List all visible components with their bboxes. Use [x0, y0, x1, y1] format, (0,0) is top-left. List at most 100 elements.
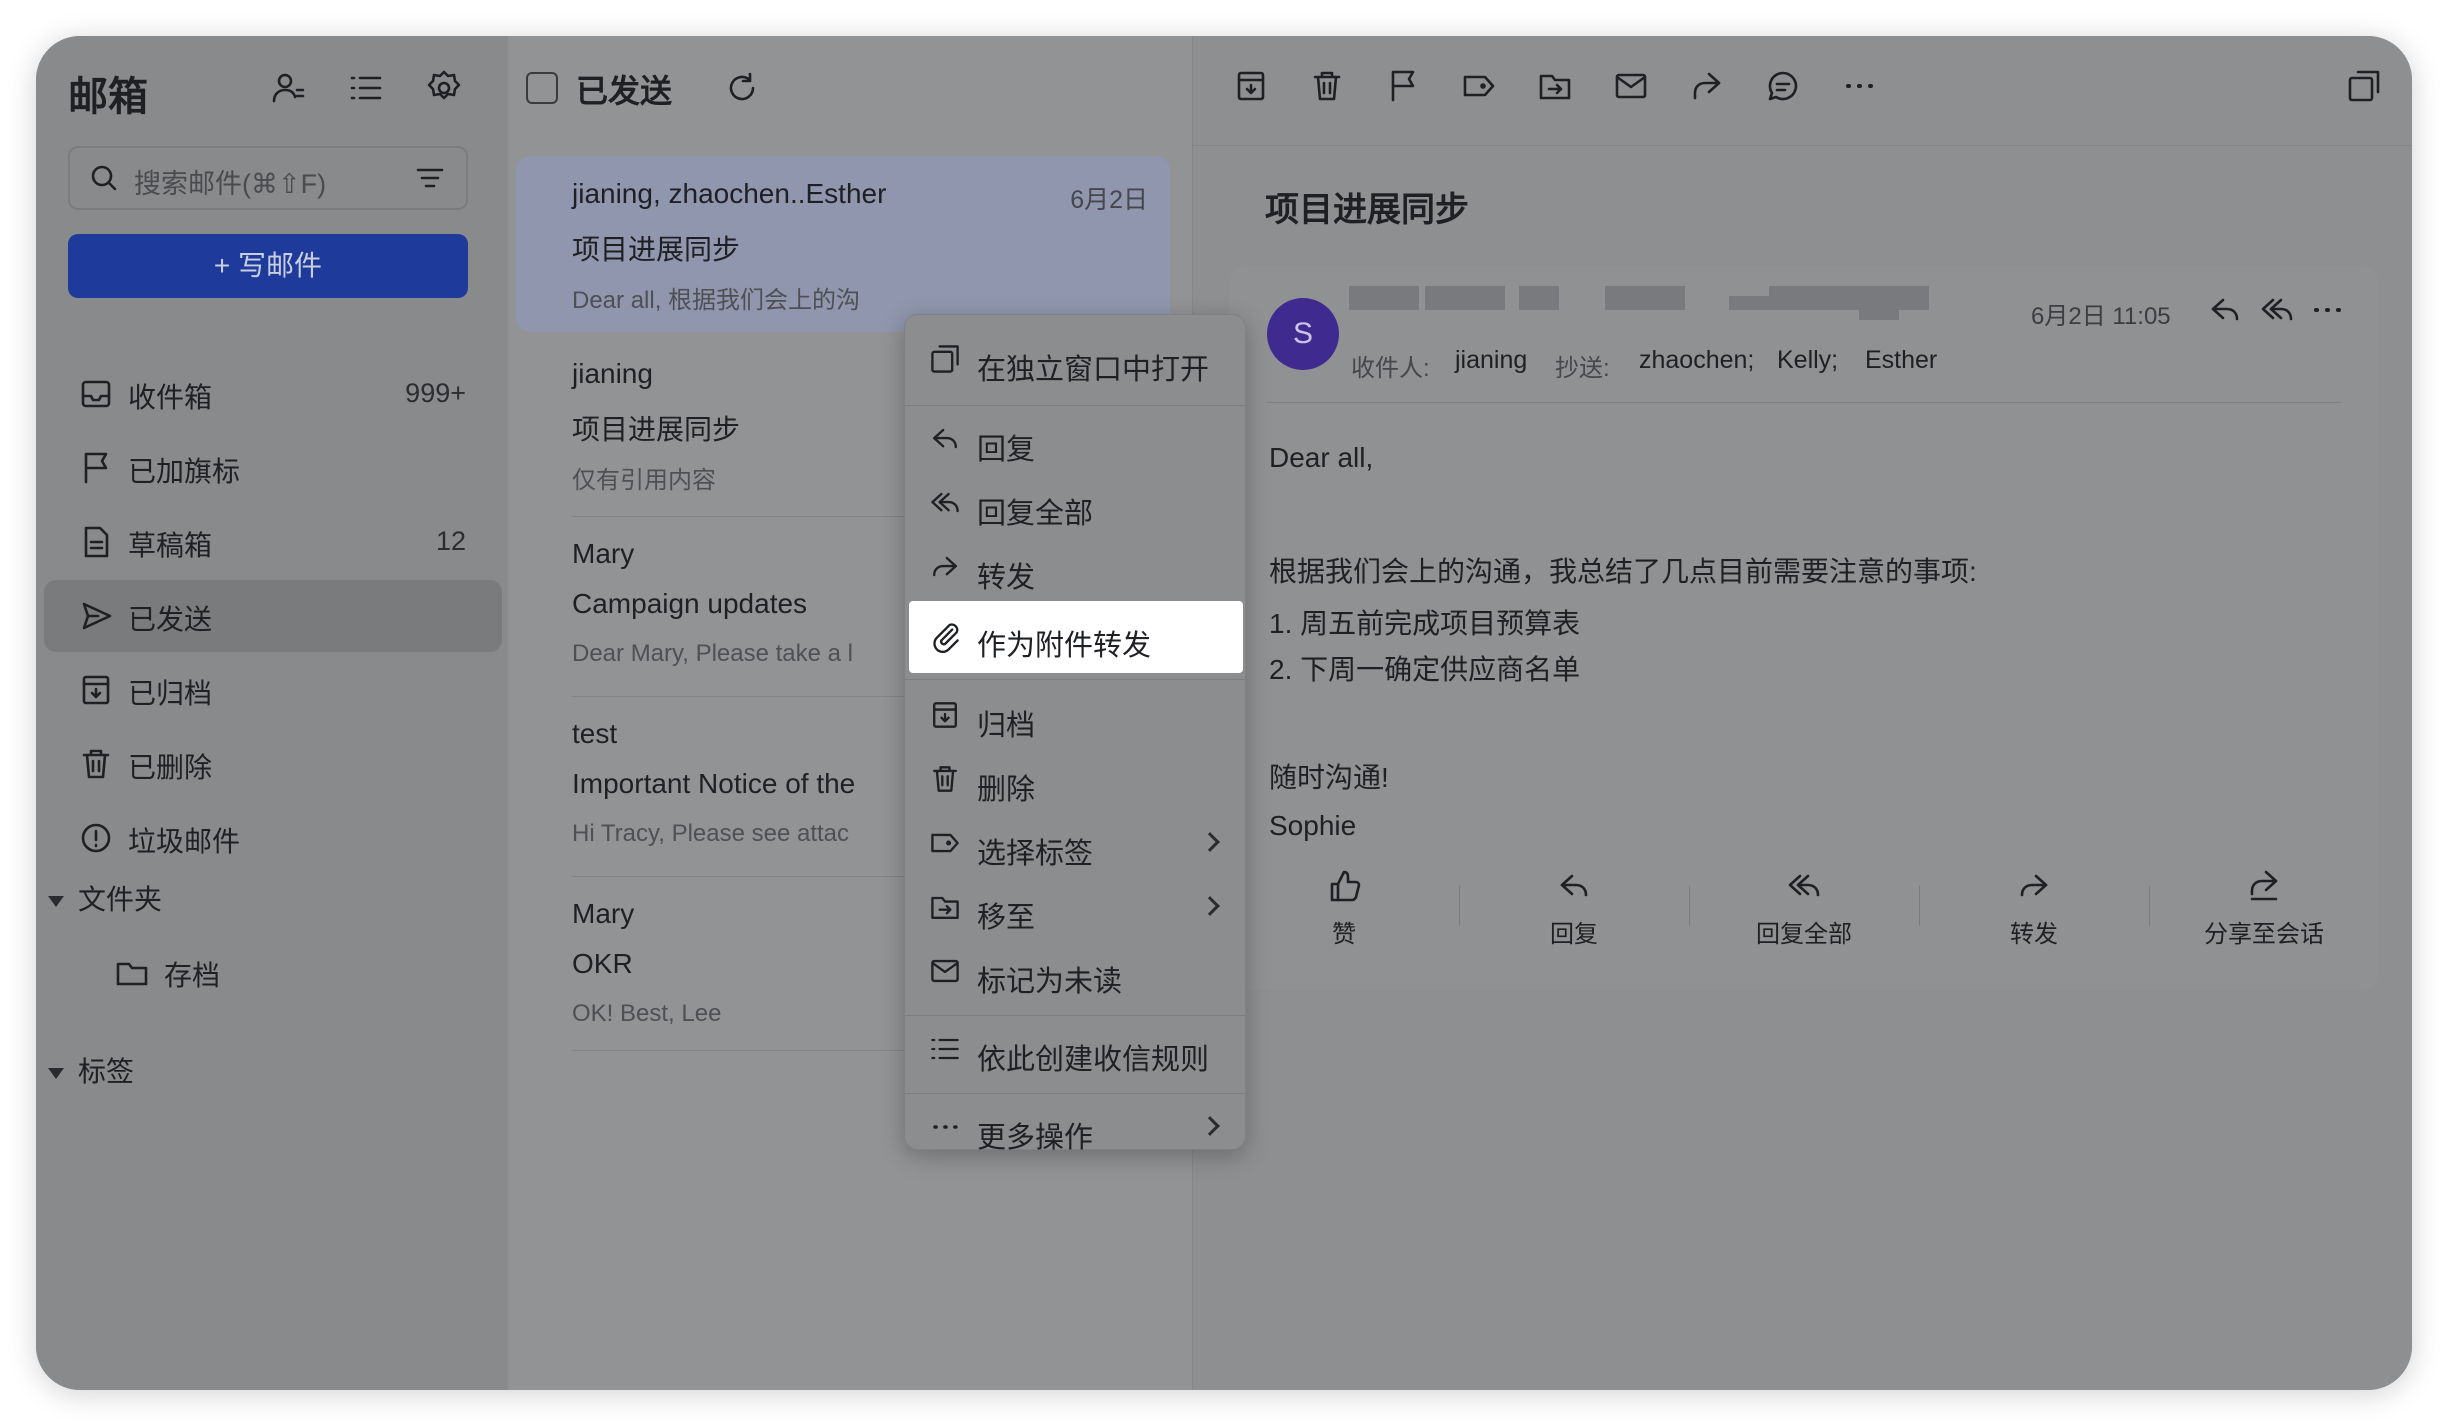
- filter-icon[interactable]: [410, 158, 450, 198]
- list-icon[interactable]: [346, 68, 386, 108]
- reply-button[interactable]: 回复: [1459, 866, 1689, 948]
- alert-icon: [76, 818, 116, 858]
- reply-all-icon[interactable]: [2257, 290, 2297, 330]
- sidebar-item-deleted[interactable]: 已删除: [44, 728, 502, 800]
- menu-item-label: 回复: [977, 434, 1036, 466]
- body-point-1: 1. 周五前完成项目预算表: [1269, 608, 1581, 639]
- app-title: 邮箱: [68, 75, 148, 119]
- cc-recipient[interactable]: Esther: [1865, 346, 1937, 375]
- list-item[interactable]: jianing, zhaochen..Esther 6月2日 项目进展同步 De…: [516, 156, 1170, 332]
- mail-subject: 项目进展同步: [572, 234, 741, 265]
- mail-preview: Dear Mary, Please take a l: [572, 640, 854, 667]
- folders-caret-icon[interactable]: [48, 896, 64, 907]
- menu-item-more-actions[interactable]: 更多操作: [909, 1097, 1243, 1161]
- sidebar: 邮箱 搜索邮件(⌘⇧F) + 写邮件 收件箱 999+ 已加旗标 草稿箱 12 …: [36, 36, 508, 1390]
- menu-item-label: 更多操作: [977, 1122, 1094, 1154]
- more-icon: [927, 1109, 967, 1149]
- attachment-icon: [927, 617, 967, 657]
- share-icon[interactable]: [1687, 66, 1727, 106]
- archive-icon[interactable]: [1231, 66, 1271, 106]
- folder-icon: [112, 952, 152, 992]
- mail-preview: 仅有引用内容: [572, 467, 716, 494]
- menu-divider: [905, 405, 1245, 406]
- more-icon[interactable]: [2307, 290, 2347, 330]
- more-icon[interactable]: [1839, 66, 1879, 106]
- inbox-count: 999+: [405, 378, 466, 408]
- tag-icon[interactable]: [1459, 66, 1499, 106]
- cc-recipient[interactable]: Kelly;: [1777, 346, 1838, 375]
- menu-item-archive[interactable]: 归档: [909, 685, 1243, 749]
- menu-item-forward[interactable]: 转发: [909, 537, 1243, 601]
- folder-item-archive[interactable]: 存档: [44, 936, 502, 1008]
- reply-icon[interactable]: [2205, 290, 2245, 330]
- sidebar-item-spam[interactable]: 垃圾邮件: [44, 802, 502, 874]
- redacted-sender: [1729, 296, 1769, 310]
- comment-icon[interactable]: [1763, 66, 1803, 106]
- gear-icon[interactable]: [424, 68, 464, 108]
- folder-item-label: 存档: [164, 960, 221, 991]
- mail-subject: Campaign updates: [572, 588, 808, 619]
- mail-subject-title: 项目进展同步: [1265, 191, 1469, 229]
- mail-subject: 项目进展同步: [572, 414, 741, 445]
- menu-item-label: 选择标签: [977, 838, 1094, 870]
- sidebar-item-sent[interactable]: 已发送: [44, 580, 502, 652]
- sidebar-item-label: 垃圾邮件: [128, 826, 241, 857]
- contacts-icon[interactable]: [268, 68, 308, 108]
- body-closing: 随时沟通!: [1269, 762, 1389, 793]
- mail-card: S 6月2日 11:05 收件人: jianing 抄送: zhaochen; …: [1229, 266, 2379, 990]
- mail-sender: Mary: [572, 898, 635, 929]
- mail-sender: jianing: [572, 358, 653, 389]
- menu-item-reply[interactable]: 回复: [909, 409, 1243, 473]
- move-icon[interactable]: [1535, 66, 1575, 106]
- menu-item-mark-unread[interactable]: 标记为未读: [909, 941, 1243, 1005]
- mail-preview: Dear all, 根据我们会上的沟: [572, 287, 861, 314]
- thumbs-up-icon: [1324, 866, 1364, 906]
- sidebar-item-archived[interactable]: 已归档: [44, 654, 502, 726]
- to-label: 收件人:: [1351, 355, 1430, 382]
- sidebar-item-flagged[interactable]: 已加旗标: [44, 432, 502, 504]
- forward-button[interactable]: 转发: [1919, 866, 2149, 948]
- chevron-right-icon: [1200, 832, 1220, 852]
- compose-button[interactable]: + 写邮件: [68, 234, 468, 298]
- refresh-icon[interactable]: [722, 68, 762, 108]
- sidebar-item-drafts[interactable]: 草稿箱 12: [44, 506, 502, 578]
- folders-section-label[interactable]: 文件夹: [78, 878, 162, 918]
- sidebar-item-inbox[interactable]: 收件箱 999+: [44, 358, 502, 430]
- like-button[interactable]: 赞: [1229, 866, 1459, 948]
- mail-subject: Important Notice of the: [572, 768, 856, 799]
- menu-item-open-window[interactable]: 在独立窗口中打开: [909, 329, 1243, 393]
- rule-list-icon: [927, 1031, 967, 1071]
- menu-divider: [905, 679, 1245, 680]
- search-box[interactable]: 搜索邮件(⌘⇧F): [68, 146, 468, 210]
- menu-item-label: 归档: [977, 710, 1036, 742]
- menu-item-delete[interactable]: 删除: [909, 749, 1243, 813]
- tags-caret-icon[interactable]: [48, 1068, 64, 1079]
- sidebar-item-label: 草稿箱: [128, 530, 213, 561]
- open-window-icon[interactable]: [2344, 66, 2384, 106]
- flag-icon: [76, 448, 116, 488]
- inbox-icon: [76, 374, 116, 414]
- to-recipient[interactable]: jianing: [1455, 346, 1527, 375]
- menu-item-reply-all[interactable]: 回复全部: [909, 473, 1243, 537]
- menu-item-label: 删除: [977, 774, 1036, 806]
- open-window-icon: [927, 341, 967, 381]
- list-title: 已发送: [576, 73, 673, 109]
- reply-all-button[interactable]: 回复全部: [1689, 866, 1919, 948]
- trash-icon[interactable]: [1307, 66, 1347, 106]
- trash-icon: [927, 761, 967, 801]
- mail-unread-icon[interactable]: [1611, 66, 1651, 106]
- menu-item-move-to[interactable]: 移至: [909, 877, 1243, 941]
- sidebar-item-label: 已加旗标: [128, 456, 241, 487]
- trash-icon: [76, 744, 116, 784]
- share-to-chat-button[interactable]: 分享至会话: [2149, 866, 2379, 948]
- menu-item-forward-as-attachment[interactable]: 作为附件转发: [909, 601, 1243, 673]
- cc-recipient[interactable]: zhaochen;: [1639, 346, 1754, 375]
- avatar[interactable]: S: [1267, 298, 1339, 370]
- tags-section-label[interactable]: 标签: [78, 1050, 134, 1090]
- menu-item-select-tag[interactable]: 选择标签: [909, 813, 1243, 877]
- chevron-right-icon: [1200, 896, 1220, 916]
- menu-item-create-rule[interactable]: 依此创建收信规则: [909, 1019, 1243, 1083]
- select-all-checkbox[interactable]: [526, 72, 558, 104]
- flag-icon[interactable]: [1383, 66, 1423, 106]
- search-placeholder: 搜索邮件(⌘⇧F): [134, 169, 327, 199]
